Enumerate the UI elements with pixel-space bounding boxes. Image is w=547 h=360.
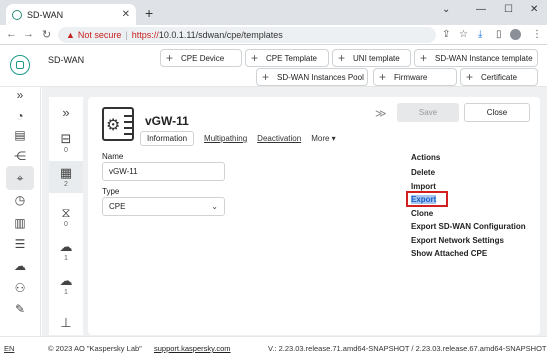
url-scheme: https:// bbox=[131, 30, 159, 40]
address-bar[interactable]: ▲ Not secure | https:// 10.0.1.11/sdwan/… bbox=[58, 27, 436, 43]
template-title: vGW-11 bbox=[145, 114, 189, 128]
plus-icon: + bbox=[420, 51, 428, 65]
not-secure-label: Not secure bbox=[77, 30, 122, 40]
subnav-extra[interactable]: ⊥ bbox=[49, 315, 83, 331]
tab-title: SD-WAN bbox=[27, 9, 64, 20]
collapse-panel-icon[interactable]: » bbox=[49, 105, 83, 121]
actions-menu: Actions Delete Import Export Clone Expor… bbox=[406, 153, 526, 262]
topology-icon: ⧖ bbox=[61, 205, 71, 220]
tab-deactivation[interactable]: Deactivation bbox=[257, 134, 301, 143]
add-sdwan-instances-pool-button[interactable]: + SD-WAN Instances Pool bbox=[256, 68, 368, 86]
favicon-icon bbox=[12, 9, 22, 20]
profile-avatar[interactable] bbox=[510, 29, 521, 40]
action-export[interactable]: Export bbox=[406, 191, 526, 208]
language-switch[interactable]: EN bbox=[4, 344, 14, 353]
download-icon[interactable]: ⤓ bbox=[478, 29, 482, 40]
cpe-sections-column: » ⊟ 0 ▦ 2 ⧖ 0 ☁ 1 ☁ 1 ⊥ bbox=[49, 97, 83, 335]
template-icon: ▦ bbox=[59, 165, 73, 180]
tab-more[interactable]: More ▾ bbox=[311, 134, 335, 143]
close-tab-icon[interactable]: ✕ bbox=[122, 9, 130, 20]
tab-information[interactable]: Information bbox=[140, 131, 195, 146]
subnav-cloud[interactable]: ☁ 1 bbox=[49, 239, 83, 262]
add-cpe-device-button[interactable]: + CPE Device bbox=[160, 49, 242, 67]
chevron-down-icon: ⌄ bbox=[211, 202, 218, 211]
dashboard-icon[interactable]: ◔ bbox=[12, 108, 28, 124]
action-show-attached-cpe[interactable]: Show Attached CPE bbox=[411, 248, 526, 262]
node-icon: ⊥ bbox=[60, 315, 72, 330]
add-certificate-button[interactable]: + Certificate bbox=[460, 68, 538, 86]
action-clone[interactable]: Clone bbox=[411, 208, 526, 222]
cloud-upload-icon: ☁ bbox=[59, 273, 73, 288]
new-tab-icon[interactable]: + bbox=[145, 5, 153, 21]
url-text: 10.0.1.11/sdwan/cpe/templates bbox=[158, 30, 283, 40]
template-card: ⚙ vGW-11 Information Multipathing Deacti… bbox=[88, 97, 540, 335]
template-gear-icon: ⚙ bbox=[102, 107, 134, 141]
location-pin-icon[interactable]: ⌖ bbox=[6, 166, 34, 190]
side-panel-icon[interactable]: ▯ bbox=[496, 29, 502, 40]
reload-icon[interactable]: ↻ bbox=[42, 28, 51, 41]
bookmark-star-icon[interactable]: ☆ bbox=[459, 29, 468, 40]
plus-icon: + bbox=[166, 51, 174, 65]
plus-icon: + bbox=[379, 70, 387, 84]
type-select[interactable]: CPE ⌄ bbox=[102, 197, 225, 216]
subnav-router[interactable]: ⊟ 0 bbox=[49, 131, 83, 154]
share-icon[interactable]: ⋲ bbox=[12, 148, 28, 164]
browser-tab-strip: SD-WAN ✕ + ⌄ — ☐ ✕ bbox=[0, 0, 547, 25]
router-icon: ⊟ bbox=[60, 131, 72, 146]
actions-title: Actions bbox=[411, 153, 441, 162]
add-uni-template-button[interactable]: + UNI template bbox=[332, 49, 411, 67]
app-header: SD-WAN + CPE Device + CPE Template + UNI te… bbox=[0, 45, 547, 87]
maximize-icon[interactable]: ☐ bbox=[504, 4, 513, 15]
add-firmware-button[interactable]: + Firmware bbox=[373, 68, 457, 86]
wrench-icon[interactable]: ✎ bbox=[12, 301, 28, 317]
cloud-icon: ☁ bbox=[59, 239, 73, 254]
left-nav-rail: » ◔ ▤ ⋲ ⌖ ◷ ▥ ☰ ☁ ⚇ ✎ bbox=[0, 87, 41, 336]
chart-icon[interactable]: ▥ bbox=[12, 215, 28, 231]
type-label: Type bbox=[102, 187, 120, 196]
subnav-templates[interactable]: ▦ 2 bbox=[49, 161, 83, 193]
action-delete[interactable]: Delete bbox=[411, 167, 526, 181]
add-sdwan-instance-template-button[interactable]: + SD-WAN Instance template bbox=[414, 49, 538, 67]
forward-icon[interactable]: → bbox=[23, 28, 34, 40]
plus-icon: + bbox=[262, 70, 270, 84]
add-cpe-template-button[interactable]: + CPE Template bbox=[245, 49, 329, 67]
sdwan-logo-icon[interactable] bbox=[10, 55, 30, 75]
back-icon[interactable]: ← bbox=[6, 28, 17, 40]
save-button[interactable]: Save bbox=[397, 103, 459, 122]
close-button[interactable]: Close bbox=[464, 103, 530, 122]
name-label: Name bbox=[102, 152, 124, 161]
close-window-icon[interactable]: ✕ bbox=[530, 4, 538, 15]
browser-tab[interactable]: SD-WAN ✕ bbox=[6, 4, 136, 25]
plus-icon: + bbox=[466, 70, 474, 84]
tab-search-icon[interactable]: ⌄ bbox=[442, 4, 450, 15]
subnav-cloud-upload[interactable]: ☁ 1 bbox=[49, 273, 83, 296]
action-export-network-settings[interactable]: Export Network Settings bbox=[411, 235, 526, 249]
app-title: SD-WAN bbox=[48, 55, 85, 65]
name-field[interactable]: vGW-11 bbox=[102, 162, 225, 181]
action-export-sdwan-configuration[interactable]: Export SD-WAN Configuration bbox=[411, 221, 526, 235]
footer: EN © 2023 AO "Kaspersky Lab" support.kas… bbox=[0, 336, 547, 360]
expand-icon[interactable]: » bbox=[12, 87, 28, 103]
plus-icon: + bbox=[251, 51, 259, 65]
plus-icon: + bbox=[338, 51, 346, 65]
users-icon[interactable]: ⚇ bbox=[12, 280, 28, 296]
browser-menu-icon[interactable]: ⋮ bbox=[532, 29, 542, 40]
collapse-card-icon[interactable]: ≫ bbox=[375, 107, 387, 120]
document-icon[interactable]: ▤ bbox=[12, 127, 28, 143]
support-link[interactable]: support.kaspersky.com bbox=[154, 344, 231, 353]
subnav-topology[interactable]: ⧖ 0 bbox=[49, 205, 83, 228]
clock-icon[interactable]: ◷ bbox=[12, 192, 28, 208]
version-text: V.: 2.23.03.release.71.amd64-SNAPSHOT / … bbox=[268, 344, 547, 353]
warning-icon: ▲ bbox=[66, 30, 75, 40]
tab-multipathing[interactable]: Multipathing bbox=[204, 134, 247, 143]
template-tabs: Information Multipathing Deactivation Mo… bbox=[140, 131, 336, 146]
highlight-box bbox=[406, 191, 448, 207]
browser-toolbar: ← → ↻ ▲ Not secure | https:// 10.0.1.11/… bbox=[0, 25, 547, 45]
list-icon[interactable]: ☰ bbox=[12, 236, 28, 252]
copyright-text: © 2023 AO "Kaspersky Lab" bbox=[48, 344, 142, 353]
cloud-icon[interactable]: ☁ bbox=[12, 258, 28, 274]
minimize-icon[interactable]: — bbox=[476, 4, 486, 15]
share-icon[interactable]: ⇪ bbox=[442, 29, 450, 40]
